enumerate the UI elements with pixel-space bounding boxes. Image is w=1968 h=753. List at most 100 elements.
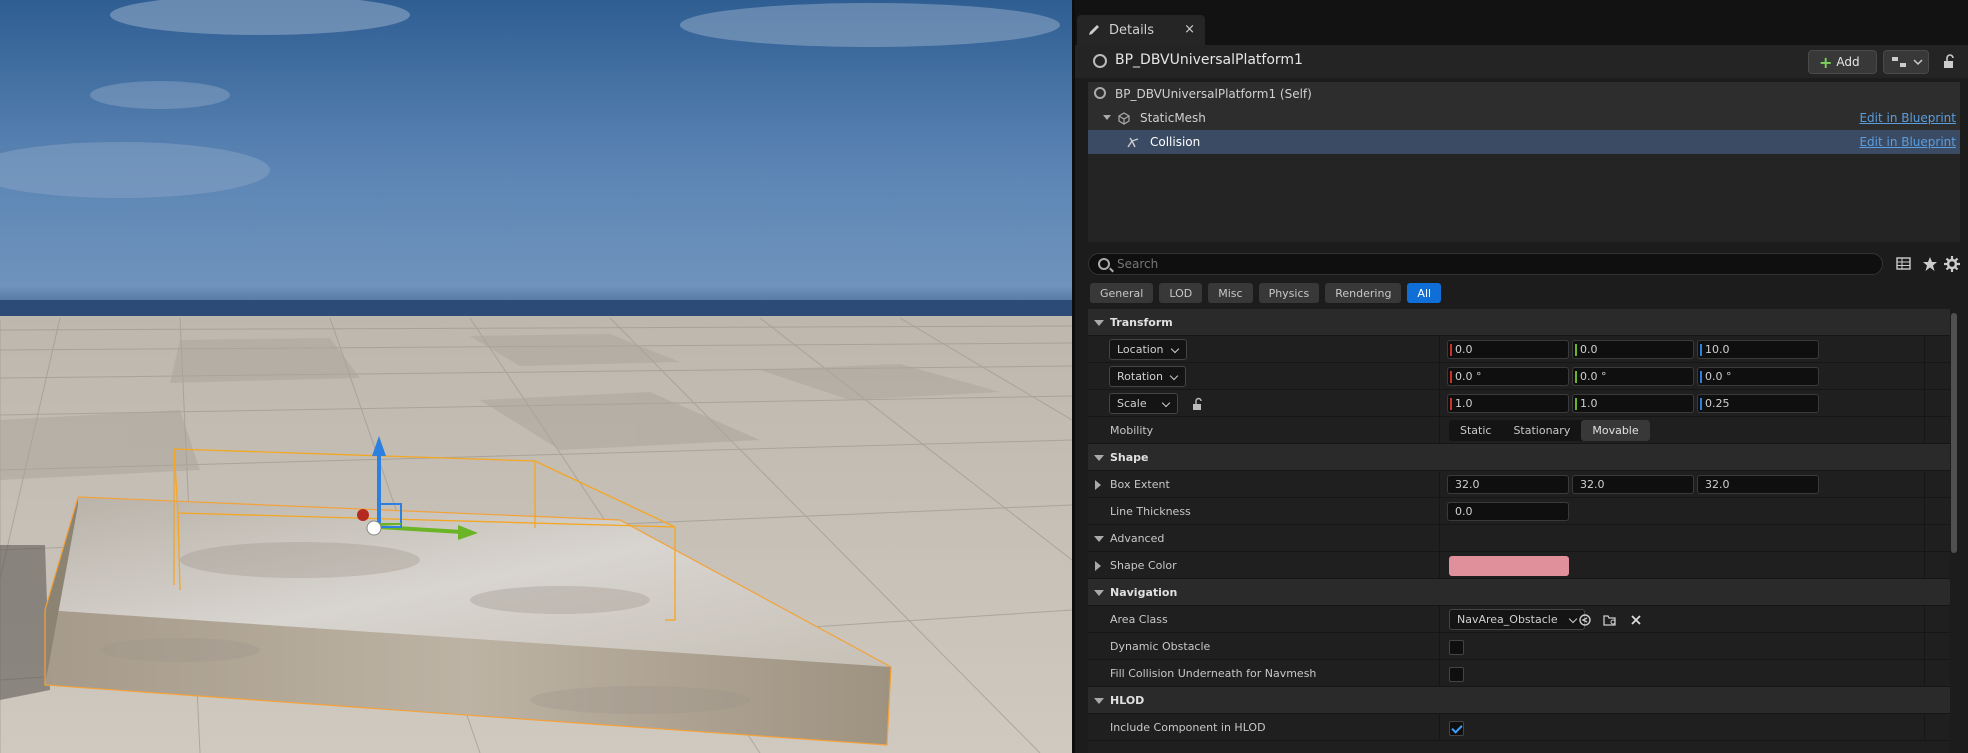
include-hlod-label: Include Component in HLOD [1110,720,1266,734]
box-extent-z-field[interactable]: 32.0 [1697,475,1819,494]
shape-color-swatch[interactable] [1449,556,1569,576]
component-tree: BP_DBVUniversalPlatform1 (Self) StaticMe… [1088,82,1960,242]
static-mesh-icon [1118,112,1130,125]
level-viewport[interactable] [0,0,1072,753]
property-shape-color: Shape Color [1088,552,1950,579]
details-scrollbar[interactable] [1951,313,1957,553]
rotation-y-field[interactable]: 0.0 ° [1572,367,1694,386]
scale-label: Scale [1117,397,1147,410]
search-field[interactable]: Search [1088,253,1883,275]
search-placeholder: Search [1117,257,1159,271]
close-tab-icon[interactable]: × [1184,22,1195,37]
unlock-icon[interactable] [1941,53,1957,69]
filter-misc-button[interactable]: Misc [1208,283,1253,303]
dynamic-obstacle-label: Dynamic Obstacle [1110,639,1211,653]
category-shape[interactable]: Shape [1088,444,1950,471]
filter-general-button[interactable]: General [1090,283,1154,303]
plus-icon: + [1819,52,1833,72]
mobility-static-option[interactable]: Static [1449,420,1502,441]
settings-gear-icon[interactable] [1943,255,1961,273]
location-label: Location [1117,343,1164,356]
scale-y-value: 1.0 [1580,397,1598,410]
unlock-scale-icon[interactable] [1191,397,1205,411]
mobility-movable-option[interactable]: Movable [1581,420,1650,441]
include-hlod-checkbox[interactable] [1449,721,1464,736]
tree-item-self[interactable]: BP_DBVUniversalPlatform1 (Self) [1088,82,1960,106]
scale-x-field[interactable]: 1.0 [1447,394,1569,413]
property-location: Location 0.0 0.0 10.0 [1088,336,1950,363]
location-dropdown[interactable]: Location [1109,339,1187,360]
filter-physics-button[interactable]: Physics [1258,283,1320,303]
tree-item-collision[interactable]: Collision Edit in Blueprint [1088,130,1960,154]
fill-collision-checkbox[interactable] [1449,667,1464,682]
property-dynamic-obstacle: Dynamic Obstacle [1088,633,1950,660]
scale-y-field[interactable]: 1.0 [1572,394,1694,413]
edit-in-blueprint-link[interactable]: Edit in Blueprint [1859,135,1956,149]
collapse-arrow-icon[interactable] [1094,698,1104,704]
advanced-label: Advanced [1110,531,1165,545]
collapse-arrow-icon[interactable] [1094,536,1104,542]
expand-arrow-icon[interactable] [1095,480,1101,490]
box-extent-x-value: 32.0 [1455,478,1480,491]
scale-dropdown[interactable]: Scale [1109,393,1178,414]
rotation-z-value: 0.0 ° [1705,370,1732,383]
box-extent-y-field[interactable]: 32.0 [1572,475,1694,494]
search-icon [1098,258,1110,270]
property-scale: Scale 1.0 1.0 0.25 [1088,390,1950,417]
collapse-arrow-icon[interactable] [1094,455,1104,461]
add-label: Add [1836,55,1860,69]
filter-rendering-button[interactable]: Rendering [1325,283,1402,303]
blueprint-options-button[interactable] [1883,50,1929,74]
rotation-z-field[interactable]: 0.0 ° [1697,367,1819,386]
box-extent-x-field[interactable]: 32.0 [1447,475,1569,494]
filter-all-button[interactable]: All [1407,283,1442,303]
property-area-class: Area Class NavArea_Obstacle [1088,606,1950,633]
box-extent-y-value: 32.0 [1580,478,1605,491]
add-component-button[interactable]: + Add [1808,50,1877,74]
edit-in-blueprint-link[interactable]: Edit in Blueprint [1859,111,1956,125]
property-mobility: Mobility Static Stationary Movable [1088,417,1950,444]
box-extent-z-value: 32.0 [1705,478,1730,491]
category-transform[interactable]: Transform [1088,309,1950,336]
tab-details[interactable]: Details × [1077,15,1205,45]
collision-icon [1127,137,1139,148]
area-class-label: Area Class [1110,612,1168,626]
property-line-thickness: Line Thickness 0.0 [1088,498,1950,525]
category-hlod[interactable]: HLOD [1088,687,1950,714]
scale-z-field[interactable]: 0.25 [1697,394,1819,413]
scale-z-value: 0.25 [1705,397,1730,410]
category-label: Shape [1110,450,1149,464]
expand-arrow-icon[interactable] [1103,115,1111,120]
mobility-stationary-option[interactable]: Stationary [1502,420,1581,441]
expand-arrow-icon[interactable] [1095,561,1101,571]
dynamic-obstacle-checkbox[interactable] [1449,640,1464,655]
collapse-arrow-icon[interactable] [1094,590,1104,596]
use-selected-arrow-icon[interactable] [1578,613,1592,627]
location-z-field[interactable]: 10.0 [1697,340,1819,359]
category-navigation[interactable]: Navigation [1088,579,1950,606]
filter-lod-button[interactable]: LOD [1159,283,1203,303]
property-fill-collision: Fill Collision Underneath for Navmesh [1088,660,1950,687]
property-rotation: Rotation 0.0 ° 0.0 ° 0.0 ° [1088,363,1950,390]
rotation-dropdown[interactable]: Rotation [1109,366,1187,387]
tree-item-staticmesh[interactable]: StaticMesh Edit in Blueprint [1088,106,1960,130]
viewport-scene [0,0,1072,753]
browse-folder-icon[interactable] [1603,613,1617,627]
actor-icon [1093,54,1107,68]
property-include-hlod: Include Component in HLOD [1088,714,1950,741]
favorites-star-icon[interactable] [1921,255,1939,273]
property-grid: Transform Location 0.0 0.0 10.0 Rotation… [1088,309,1950,753]
mobility-segmented-control: Static Stationary Movable [1449,420,1650,441]
collapse-arrow-icon[interactable] [1094,320,1104,326]
location-y-field[interactable]: 0.0 [1572,340,1694,359]
location-x-field[interactable]: 0.0 [1447,340,1569,359]
tree-item-label: BP_DBVUniversalPlatform1 (Self) [1115,87,1312,101]
line-thickness-field[interactable]: 0.0 [1447,502,1569,521]
rotation-x-field[interactable]: 0.0 ° [1447,367,1569,386]
mobility-label: Mobility [1110,423,1154,437]
property-box-extent: Box Extent 32.0 32.0 32.0 [1088,471,1950,498]
property-matrix-icon[interactable] [1895,255,1913,273]
property-advanced[interactable]: Advanced [1088,525,1950,552]
clear-x-icon[interactable] [1629,613,1643,627]
area-class-dropdown[interactable]: NavArea_Obstacle [1449,609,1585,630]
